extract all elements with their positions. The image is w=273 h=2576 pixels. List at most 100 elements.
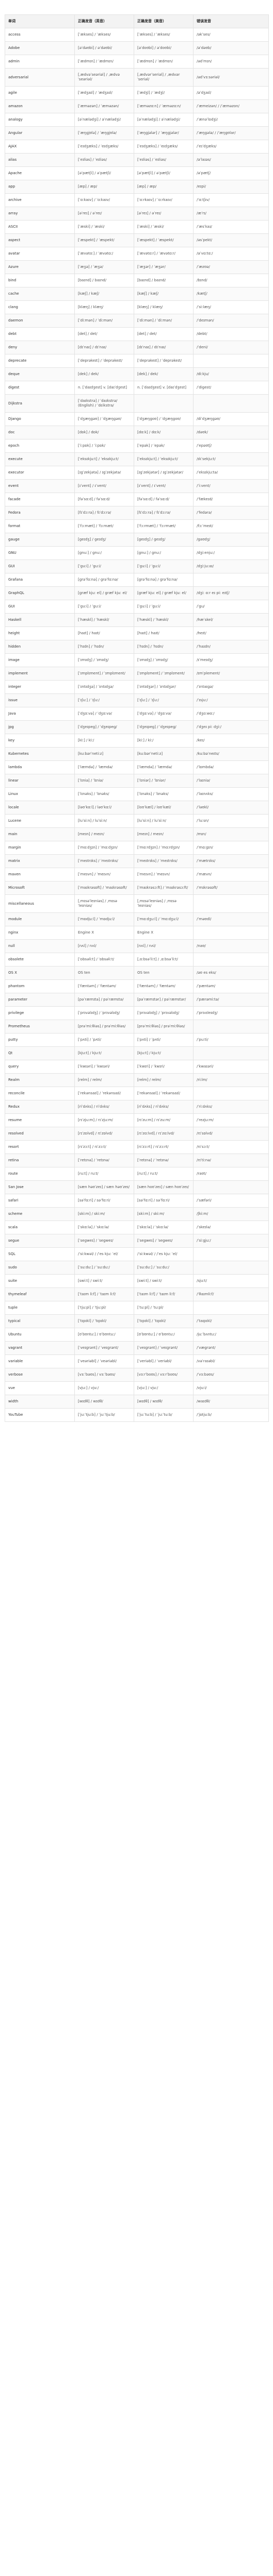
us-pronunciation-cell: [ˈepək] / ˈepək/: [134, 439, 194, 453]
table-row: digest n. [ˈdaɪdʒest] v. [daɪˈdʒest] n. [ˈ…: [5, 381, 269, 395]
wrong-pronunciation-cell: /mɪn/: [193, 827, 269, 841]
uk-pronunciation-cell: [riˈdʌks] / riˈdʌks/: [74, 1100, 134, 1114]
us-pronunciation-cell: [det] / det/: [134, 327, 194, 341]
wrong-pronunciation-cell: /ˈrezjuːm/: [193, 1113, 269, 1127]
uk-pronunciation-cell: [grəˈfɑːnə] / grəˈfɑːnə/: [74, 573, 134, 587]
table-row: Redux [riˈdʌks] / riˈdʌks/[riˈdʌks] / riˈ…: [5, 1100, 269, 1114]
us-pronunciation-cell: [loʊˈkæl] / loʊˈkæl/: [134, 801, 194, 815]
us-pronunciation-cell: [ˌɑːbsəˈliːt] / ˌɑːbsəˈliːt/: [134, 953, 194, 967]
table-row: agile [ˈædʒaɪl] / ˈædʒaɪl/[ˈædʒl] / ˈædʒl…: [5, 86, 269, 100]
table-row: daemon [ˈdiːmən] / ˈdiːmən/[ˈdiːmən] / ˈd…: [5, 314, 269, 328]
wrong-pronunciation-cell: /ˈmætrɪks/: [193, 854, 269, 868]
us-pronunciation-cell: [ˈveɪgrənt] / ˈveɪgrənt/: [134, 1341, 194, 1355]
table-row: thymeleaf [ˈtaɪm liːf] / ˈtaɪm liːf/[ˈtaɪ…: [5, 1287, 269, 1301]
us-pronunciation-cell: [fəˈsɑːd] / fəˈsɑːd/: [134, 493, 194, 506]
table-row: lambda [ˈlæmdə] / ˈlæmdə/[ˈlæmdə] / ˈlæmd…: [5, 760, 269, 774]
wrong-pronunciation-cell: /raʊt/: [193, 1167, 269, 1181]
word-cell: thymeleaf: [5, 1287, 75, 1301]
wrong-pronunciation-cell: /ˈluːsn/: [193, 814, 269, 828]
wrong-pronunciation-cell: /ˈvægrənt/: [193, 1341, 269, 1355]
word-cell: GUI: [5, 560, 75, 573]
table-row: miscellaneous [ˌmɪsəˈleɪniəs] / ˌmɪsəˈleɪ…: [5, 894, 269, 913]
table-row: Fedora [fɪˈdɔːrə] / fɪˈdɔːrə/[fɪˈdɔːrə] /…: [5, 506, 269, 520]
wrong-pronunciation-cell: /ˈænəˈlɒdʒi/: [193, 113, 269, 127]
uk-pronunciation-cell: [rɪˈzɔːt] / rɪˈzɔːt/: [74, 1140, 134, 1154]
uk-pronunciation-cell: [nʌl] / nʌl/: [74, 939, 134, 953]
us-pronunciation-cell: [klæŋ] / klæŋ/: [134, 300, 194, 314]
wrong-pronunciation-cell: [193, 1046, 269, 1060]
table-row: typical [ˈtɪpɪkl] / ˈtɪpɪkl/[ˈtɪpɪkl] / ˈ…: [5, 1314, 269, 1328]
uk-pronunciation-cell: [ˈsuːduː] / ˈsuːduː/: [74, 1261, 134, 1275]
us-pronunciation-cell: [ˈæŋgjələr] / ˈæŋgjələr/: [134, 126, 194, 140]
wrong-pronunciation-cell: /ˈhaɪdn/: [193, 640, 269, 654]
uk-pronunciation-cell: [ˈɪʃuː] / ˈɪʃuː/: [74, 693, 134, 707]
uk-pronunciation-cell: [ɪgˈzekjətə] / ɪgˈzekjətə/: [74, 466, 134, 480]
wrong-pronunciation-cell: /ədˈvɜːsəriəl/: [193, 68, 269, 87]
uk-pronunciation-cell: [ˈtaɪm liːf] / ˈtaɪm liːf/: [74, 1287, 134, 1301]
table-row: alias [ˈeɪliəs] / ˈeɪliəs/[ˈeɪliəs] / ˈeɪ…: [5, 153, 269, 167]
us-pronunciation-cell: [ˈɪʃuː] / ˈɪʃuː/: [134, 693, 194, 707]
us-pronunciation-cell: [ˈɪmplɪment] / ˈɪmplɪment/: [134, 667, 194, 681]
us-pronunciation-cell: [haɪt] / haɪt/: [134, 626, 194, 640]
us-pronunciation-cell: [ˈmeɪtrɪks] / ˈmeɪtrɪks/: [134, 854, 194, 868]
wrong-pronunciation-cell: [193, 1261, 269, 1275]
word-cell: width: [5, 1395, 75, 1409]
pronunciation-page: 单词 正确发音（英音） 正确发音（美音） 错误发音 access [ˈækses]…: [0, 0, 273, 1422]
table-row: avatar [ˈævətɑː] / ˈævətɑː/[ˈævətɑːr] / ˈ…: [5, 247, 269, 261]
table-row: segue [ˈsegweɪ] / ˈsegweɪ/[ˈsegweɪ] / ˈse…: [5, 1234, 269, 1248]
uk-pronunciation-cell: [relm] / relm/: [74, 1073, 134, 1087]
uk-pronunciation-cell: [ˈkwɪəri] / ˈkwɪəri/: [74, 1060, 134, 1074]
table-row: resolved [rɪˈzɒlvd] / rɪˈzɒlvd/[rɪˈzɑːlvd…: [5, 1127, 269, 1141]
us-pronunciation-cell: [ˈhɪdn] / ˈhɪdn/: [134, 640, 194, 654]
us-pronunciation-cell: [ˈlɪniər] / ˈlɪniər/: [134, 774, 194, 788]
us-pronunciation-cell: [əˈnælədʒi] / əˈnælədʒi/: [134, 113, 194, 127]
wrong-pronunciation-cell: /ˈmɑːgɪn/: [193, 841, 269, 855]
wrong-pronunciation-cell: /heɪt/: [193, 626, 269, 640]
uk-pronunciation-cell: [ˈɪmɪdʒ] / ˈɪmɪdʒ/: [74, 653, 134, 667]
wrong-pronunciation-cell: /ˈæsˈkaɪ/: [193, 220, 269, 234]
us-pronunciation-cell: [ˈpʌti] / ˈpʌti/: [134, 1033, 194, 1047]
wrong-pronunciation-cell: /ˈdeɪmən/: [193, 314, 269, 328]
wrong-pronunciation-cell: /əʊ es eks/: [193, 966, 269, 980]
word-cell: doc: [5, 426, 75, 439]
word-cell: typical: [5, 1314, 75, 1328]
wrong-pronunciation-cell: /hæˈskel/: [193, 613, 269, 627]
us-pronunciation-cell: [riˈdʌks] / riˈdʌks/: [134, 1100, 194, 1114]
us-pronunciation-cell: [rɪˈzɑːlvd] / rɪˈzɑːlvd/: [134, 1127, 194, 1141]
wrong-pronunciation-cell: /ˈriːdʌks/: [193, 1100, 269, 1114]
word-cell: phantom: [5, 979, 75, 993]
us-pronunciation-cell: [ˈmeɪvn] / ˈmeɪvn/: [134, 868, 194, 882]
word-cell: query: [5, 1060, 75, 1074]
table-row: Qt [kjuːt] / kjuːt/[kjuːt] / kjuːt/: [5, 1046, 269, 1060]
word-cell: lambda: [5, 760, 75, 774]
word-cell: Lucene: [5, 814, 75, 828]
us-pronunciation-cell: [əˈpætʃi] / əˈpætʃi/: [134, 166, 194, 180]
table-row: privilege [ˈprɪvəlɪdʒ] / ˈprɪvəlɪdʒ/[ˈprɪ…: [5, 1006, 269, 1020]
uk-pronunciation-cell: [ˈmaɪkrəsɒft] / ˈmaɪkrəsɒft/: [74, 881, 134, 895]
uk-pronunciation-cell: [ˈæspekt] / ˈæspekt/: [74, 233, 134, 247]
wrong-pronunciation-cell: /ɪˈmeɪdʒ/: [193, 653, 269, 667]
word-cell: Realm: [5, 1073, 75, 1087]
table-row: YouTube [ˈjuːˈtjuːb] / ˈjuːˈtjuːb/[ˈjuːˈt…: [5, 1408, 269, 1422]
wrong-pronunciation-cell: /vəˈraɪəbl/: [193, 1354, 269, 1368]
us-pronunciation-cell: [ˈmɑːrdʒɪn] / ˈmɑːrdʒɪn/: [134, 841, 194, 855]
header-us-pronunciation: 正确发音（美音）: [134, 14, 194, 28]
wrong-pronunciation-cell: [193, 894, 269, 913]
us-pronunciation-cell: [græf kjuː el] / græf kjuː el/: [134, 586, 194, 600]
word-cell: vagrant: [5, 1341, 75, 1355]
table-row: doc [dɒk] / dɒk/[dɑːk] / dɑːk//dəʊk/: [5, 426, 269, 439]
word-cell: matrix: [5, 854, 75, 868]
wrong-pronunciation-cell: /diˈdʒæŋgəʊ/: [193, 412, 269, 426]
wrong-pronunciation-cell: [193, 573, 269, 587]
uk-pronunciation-cell: [rɪˈzɒlvd] / rɪˈzɒlvd/: [74, 1127, 134, 1141]
table-body: access [ˈækses] / ˈækses/[ˈækses] / ˈækse…: [5, 28, 269, 1422]
table-row: locale [ləʊˈkɑːl] / ləʊˈkɑːl/[loʊˈkæl] / …: [5, 801, 269, 815]
wrong-pronunciation-cell: /ˈdʒɑːwɑː/: [193, 707, 269, 721]
word-cell: nginx: [5, 926, 75, 940]
us-pronunciation-cell: [ˈdʒeɪpeg] / ˈdʒeɪpeg/: [134, 720, 194, 734]
word-cell: Linux: [5, 787, 75, 801]
table-row: Linux [ˈlɪnəks] / ˈlɪnəks/[ˈlɪnəks] / ˈlɪ…: [5, 787, 269, 801]
word-cell: GraphQL: [5, 586, 75, 600]
word-cell: jpg: [5, 720, 75, 734]
table-row: key [kiː] / kiː/[kiː] / kiː//keɪ/: [5, 734, 269, 748]
